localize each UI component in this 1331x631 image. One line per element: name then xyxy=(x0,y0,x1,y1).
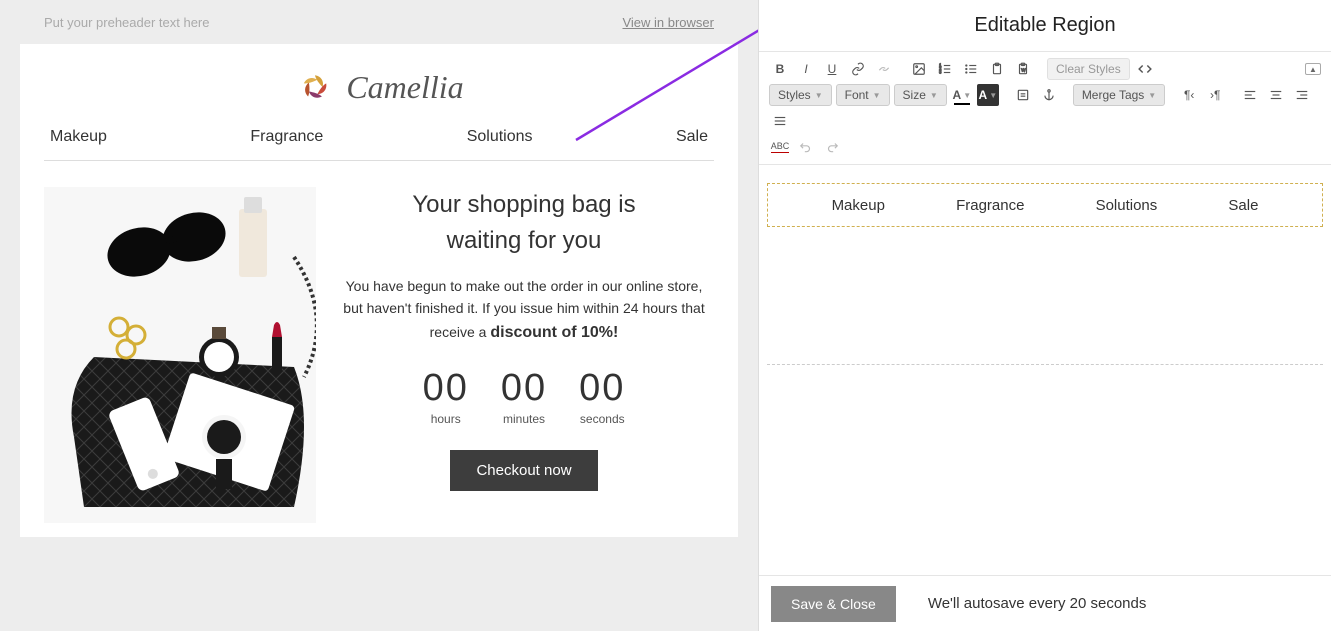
rich-text-toolbar: B I U 123 W Clear Styles ▲ Styles▼ Font▼… xyxy=(759,52,1331,165)
autosave-text: We'll autosave every 20 seconds xyxy=(928,595,1147,612)
countdown-minutes-label: minutes xyxy=(501,412,547,426)
ordered-list-button[interactable]: 123 xyxy=(934,58,956,80)
edit-nav-sale[interactable]: Sale xyxy=(1228,197,1258,214)
countdown-seconds-value: 00 xyxy=(579,367,625,410)
editable-blank-region[interactable] xyxy=(767,227,1323,365)
svg-text:W: W xyxy=(1021,67,1026,72)
bg-color-button[interactable]: A▼ xyxy=(977,84,999,106)
source-button[interactable] xyxy=(1134,58,1156,80)
nav-sale[interactable]: Sale xyxy=(676,128,708,146)
editor-canvas[interactable]: Makeup Fragrance Solutions Sale xyxy=(759,165,1331,383)
hero-image xyxy=(44,187,316,523)
countdown-seconds: 00 seconds xyxy=(579,367,625,426)
countdown-timer: 00 hours 00 minutes 00 seconds xyxy=(334,367,714,426)
link-button[interactable] xyxy=(847,58,869,80)
anchor-button[interactable] xyxy=(1038,84,1060,106)
clear-styles-button[interactable]: Clear Styles xyxy=(1047,58,1130,80)
font-dropdown[interactable]: Font▼ xyxy=(836,84,890,106)
undo-button[interactable] xyxy=(795,136,817,158)
hero-title: Your shopping bag is waiting for you xyxy=(334,187,714,259)
hero-paragraph: You have begun to make out the order in … xyxy=(334,275,714,345)
countdown-hours: 00 hours xyxy=(423,367,469,426)
underline-button[interactable]: U xyxy=(821,58,843,80)
checkout-button[interactable]: Checkout now xyxy=(450,450,597,491)
ltr-button[interactable]: ¶‹ xyxy=(1178,84,1200,106)
paste-button[interactable] xyxy=(986,58,1008,80)
email-body: Camellia Makeup Fragrance Solutions Sale xyxy=(20,44,738,537)
countdown-seconds-label: seconds xyxy=(579,412,625,426)
hero-title-line2: waiting for you xyxy=(447,227,602,254)
editor-title: Editable Region xyxy=(759,0,1331,52)
edit-nav-solutions[interactable]: Solutions xyxy=(1096,197,1158,214)
hero-copy: Your shopping bag is waiting for you You… xyxy=(334,187,714,523)
bold-button[interactable]: B xyxy=(769,58,791,80)
unlink-button[interactable] xyxy=(873,58,895,80)
edit-nav-makeup[interactable]: Makeup xyxy=(832,197,885,214)
nav-makeup[interactable]: Makeup xyxy=(50,128,107,146)
preheader-bar: Put your preheader text here View in bro… xyxy=(0,0,758,44)
brand-name: Camellia xyxy=(346,69,463,106)
nav-solutions[interactable]: Solutions xyxy=(467,128,533,146)
countdown-hours-value: 00 xyxy=(423,367,469,410)
collapse-toolbar-button[interactable]: ▲ xyxy=(1305,63,1321,75)
brand-logo-icon xyxy=(294,66,336,108)
unordered-list-button[interactable] xyxy=(960,58,982,80)
align-center-button[interactable] xyxy=(1265,84,1287,106)
countdown-minutes-value: 00 xyxy=(501,367,547,410)
editor-footer: Save & Close We'll autosave every 20 sec… xyxy=(759,575,1331,631)
nav-fragrance[interactable]: Fragrance xyxy=(250,128,323,146)
rtl-button[interactable]: ›¶ xyxy=(1204,84,1226,106)
spellcheck-button[interactable]: ABC xyxy=(769,136,791,158)
align-right-button[interactable] xyxy=(1291,84,1313,106)
editor-panel: Editable Region B I U 123 W Clear Styles… xyxy=(758,0,1331,631)
align-left-button[interactable] xyxy=(1239,84,1261,106)
text-color-button[interactable]: A▼ xyxy=(951,84,973,106)
edit-nav-fragrance[interactable]: Fragrance xyxy=(956,197,1024,214)
preheader-placeholder: Put your preheader text here xyxy=(44,15,210,30)
save-close-button[interactable]: Save & Close xyxy=(771,586,896,622)
countdown-hours-label: hours xyxy=(423,412,469,426)
redo-button[interactable] xyxy=(821,136,843,158)
paste-word-button[interactable]: W xyxy=(1012,58,1034,80)
align-justify-button[interactable] xyxy=(769,110,791,132)
size-dropdown[interactable]: Size▼ xyxy=(894,84,947,106)
editable-nav-region[interactable]: Makeup Fragrance Solutions Sale xyxy=(767,183,1323,227)
email-nav: Makeup Fragrance Solutions Sale xyxy=(44,122,714,161)
hero-title-line1: Your shopping bag is xyxy=(412,191,635,218)
hero-para-bold: discount of 10%! xyxy=(490,324,618,341)
svg-text:3: 3 xyxy=(939,70,942,75)
email-preview-panel: Put your preheader text here View in bro… xyxy=(0,0,758,631)
view-in-browser-link[interactable]: View in browser xyxy=(622,15,714,30)
styles-dropdown[interactable]: Styles▼ xyxy=(769,84,832,106)
countdown-minutes: 00 minutes xyxy=(501,367,547,426)
italic-button[interactable]: I xyxy=(795,58,817,80)
merge-tags-dropdown[interactable]: Merge Tags▼ xyxy=(1073,84,1165,106)
image-button[interactable] xyxy=(908,58,930,80)
brand-logo-row: Camellia xyxy=(44,58,714,122)
special-char-button[interactable] xyxy=(1012,84,1034,106)
hero-section: Your shopping bag is waiting for you You… xyxy=(44,187,714,523)
